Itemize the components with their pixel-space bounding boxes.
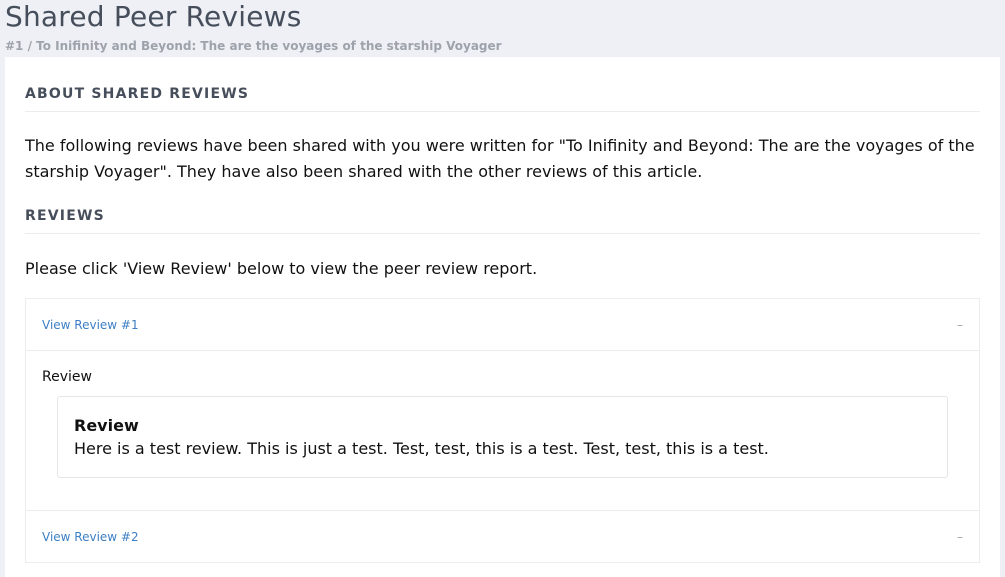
breadcrumb: #1 / To Inifinity and Beyond: The are th…	[5, 39, 502, 53]
review-2-header[interactable]: View Review #2 –	[26, 511, 979, 563]
page-title: Shared Peer Reviews	[5, 0, 302, 33]
review-1-body: Review Review Here is a test review. Thi…	[26, 351, 979, 511]
review-field-label: Review	[42, 369, 92, 385]
view-review-1-link[interactable]: View Review #1	[42, 318, 139, 332]
view-review-2-link[interactable]: View Review #2	[42, 530, 139, 544]
page-header: Shared Peer Reviews #1 / To Inifinity an…	[5, 0, 1000, 54]
collapse-icon[interactable]: –	[957, 531, 963, 543]
about-heading: ABOUT SHARED REVIEWS	[25, 57, 980, 112]
review-box-text: Here is a test review. This is just a te…	[74, 439, 769, 458]
reviews-heading: REVIEWS	[25, 185, 980, 234]
reviews-accordion: View Review #1 – Review Review Here is a…	[25, 298, 980, 563]
collapse-icon[interactable]: –	[957, 319, 963, 331]
content-card: ABOUT SHARED REVIEWS The following revie…	[5, 57, 1000, 577]
review-box-title: Review	[74, 416, 139, 435]
about-text: The following reviews have been shared w…	[25, 136, 975, 181]
reviews-instruction: Please click 'View Review' below to view…	[25, 259, 538, 278]
review-1-header[interactable]: View Review #1 –	[26, 299, 979, 351]
review-box: Review Here is a test review. This is ju…	[57, 396, 948, 478]
